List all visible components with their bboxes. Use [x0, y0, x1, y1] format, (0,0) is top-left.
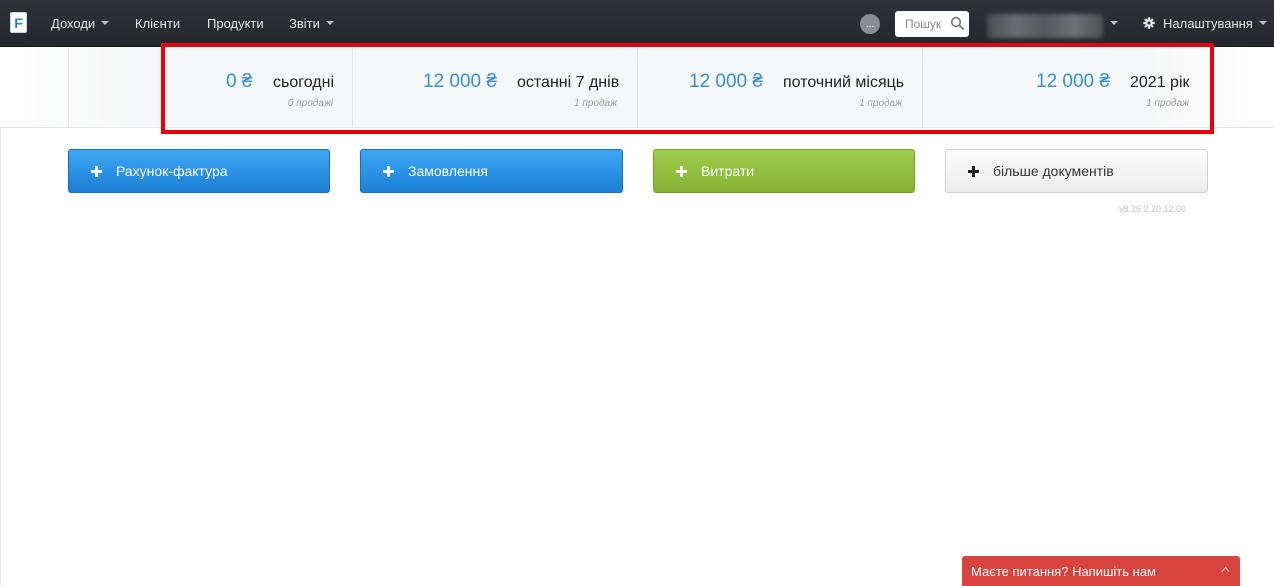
new-order-button[interactable]: Замовлення: [360, 149, 623, 193]
chevron-down-icon: [101, 21, 110, 25]
stat-current-month[interactable]: 12 000 ₴ поточний місяць 1 продаж: [638, 47, 923, 127]
stat-last-7-days[interactable]: 12 000 ₴ останні 7 днів 1 продаж: [353, 47, 638, 127]
stat-period: поточний місяць: [783, 74, 905, 91]
chevron-up-icon[interactable]: [1221, 565, 1230, 574]
sales-summary-strip: 0 ₴ сьогодні 0 продажі 12 000 ₴ останні …: [0, 47, 1274, 128]
nav-item-label: Доходи: [51, 15, 96, 31]
nav-item-clients[interactable]: Клієнти: [135, 0, 180, 46]
chevron-down-icon[interactable]: [1110, 21, 1118, 25]
stat-period: сьогодні: [273, 74, 334, 91]
new-expense-button[interactable]: Витрати: [653, 149, 915, 193]
chevron-down-icon: [325, 21, 334, 25]
stat-count: 1 продаж: [859, 98, 902, 109]
stat-count: 0 продажі: [287, 98, 333, 109]
more-documents-button[interactable]: більше документів: [945, 149, 1208, 193]
stat-amount: 12 000 ₴: [1036, 71, 1110, 92]
summary-spacer: [68, 47, 168, 127]
nav-item-products[interactable]: Продукти: [207, 0, 264, 46]
gear-icon: [1143, 17, 1155, 29]
nav-item-reports[interactable]: Звіти: [289, 0, 334, 46]
status-badge[interactable]: ...: [860, 14, 880, 34]
button-label: більше документів: [993, 163, 1114, 179]
app-version: v8.26.2.20.12.00: [1119, 204, 1187, 214]
stat-amount: 0 ₴: [226, 71, 253, 92]
top-navbar: F Доходи Клієнти Продукти Звіти ... Пошу…: [0, 0, 1274, 47]
nav-item-label: Продукти: [207, 15, 264, 31]
app-logo[interactable]: F: [10, 12, 27, 33]
stat-amount: 12 000 ₴: [423, 71, 497, 92]
search-box: [895, 11, 969, 37]
content-border: [0, 128, 1, 586]
plus-icon: [383, 165, 394, 177]
stat-amount: 12 000 ₴: [689, 71, 763, 92]
search-icon[interactable]: [950, 16, 964, 30]
nav-item-label: Звіти: [289, 15, 320, 31]
user-account-menu[interactable]: [987, 14, 1103, 38]
new-invoice-button[interactable]: Рахунок-фактура: [68, 149, 330, 193]
support-chat-widget[interactable]: Маєте питання? Напишіть нам: [962, 556, 1240, 586]
plus-icon: [968, 165, 979, 177]
chat-label: Маєте питання? Напишіть нам: [971, 563, 1156, 579]
stat-year[interactable]: 12 000 ₴ 2021 рік 1 продаж: [923, 47, 1208, 127]
settings-label: Налаштування: [1163, 15, 1253, 31]
nav-item-income[interactable]: Доходи: [51, 0, 110, 46]
stat-count: 1 продаж: [574, 98, 617, 109]
chevron-down-icon: [1258, 21, 1267, 25]
button-label: Рахунок-фактура: [116, 163, 228, 179]
stat-count: 1 продаж: [1146, 98, 1189, 109]
plus-icon: [676, 165, 687, 177]
stat-period: останні 7 днів: [517, 74, 620, 91]
button-label: Витрати: [701, 163, 755, 179]
stat-today[interactable]: 0 ₴ сьогодні 0 продажі: [168, 47, 353, 127]
stat-period: 2021 рік: [1130, 74, 1190, 91]
settings-menu[interactable]: Налаштування: [1143, 0, 1267, 46]
plus-icon: [91, 165, 102, 177]
search-input[interactable]: [895, 11, 951, 37]
button-label: Замовлення: [408, 163, 488, 179]
nav-item-label: Клієнти: [135, 15, 181, 31]
